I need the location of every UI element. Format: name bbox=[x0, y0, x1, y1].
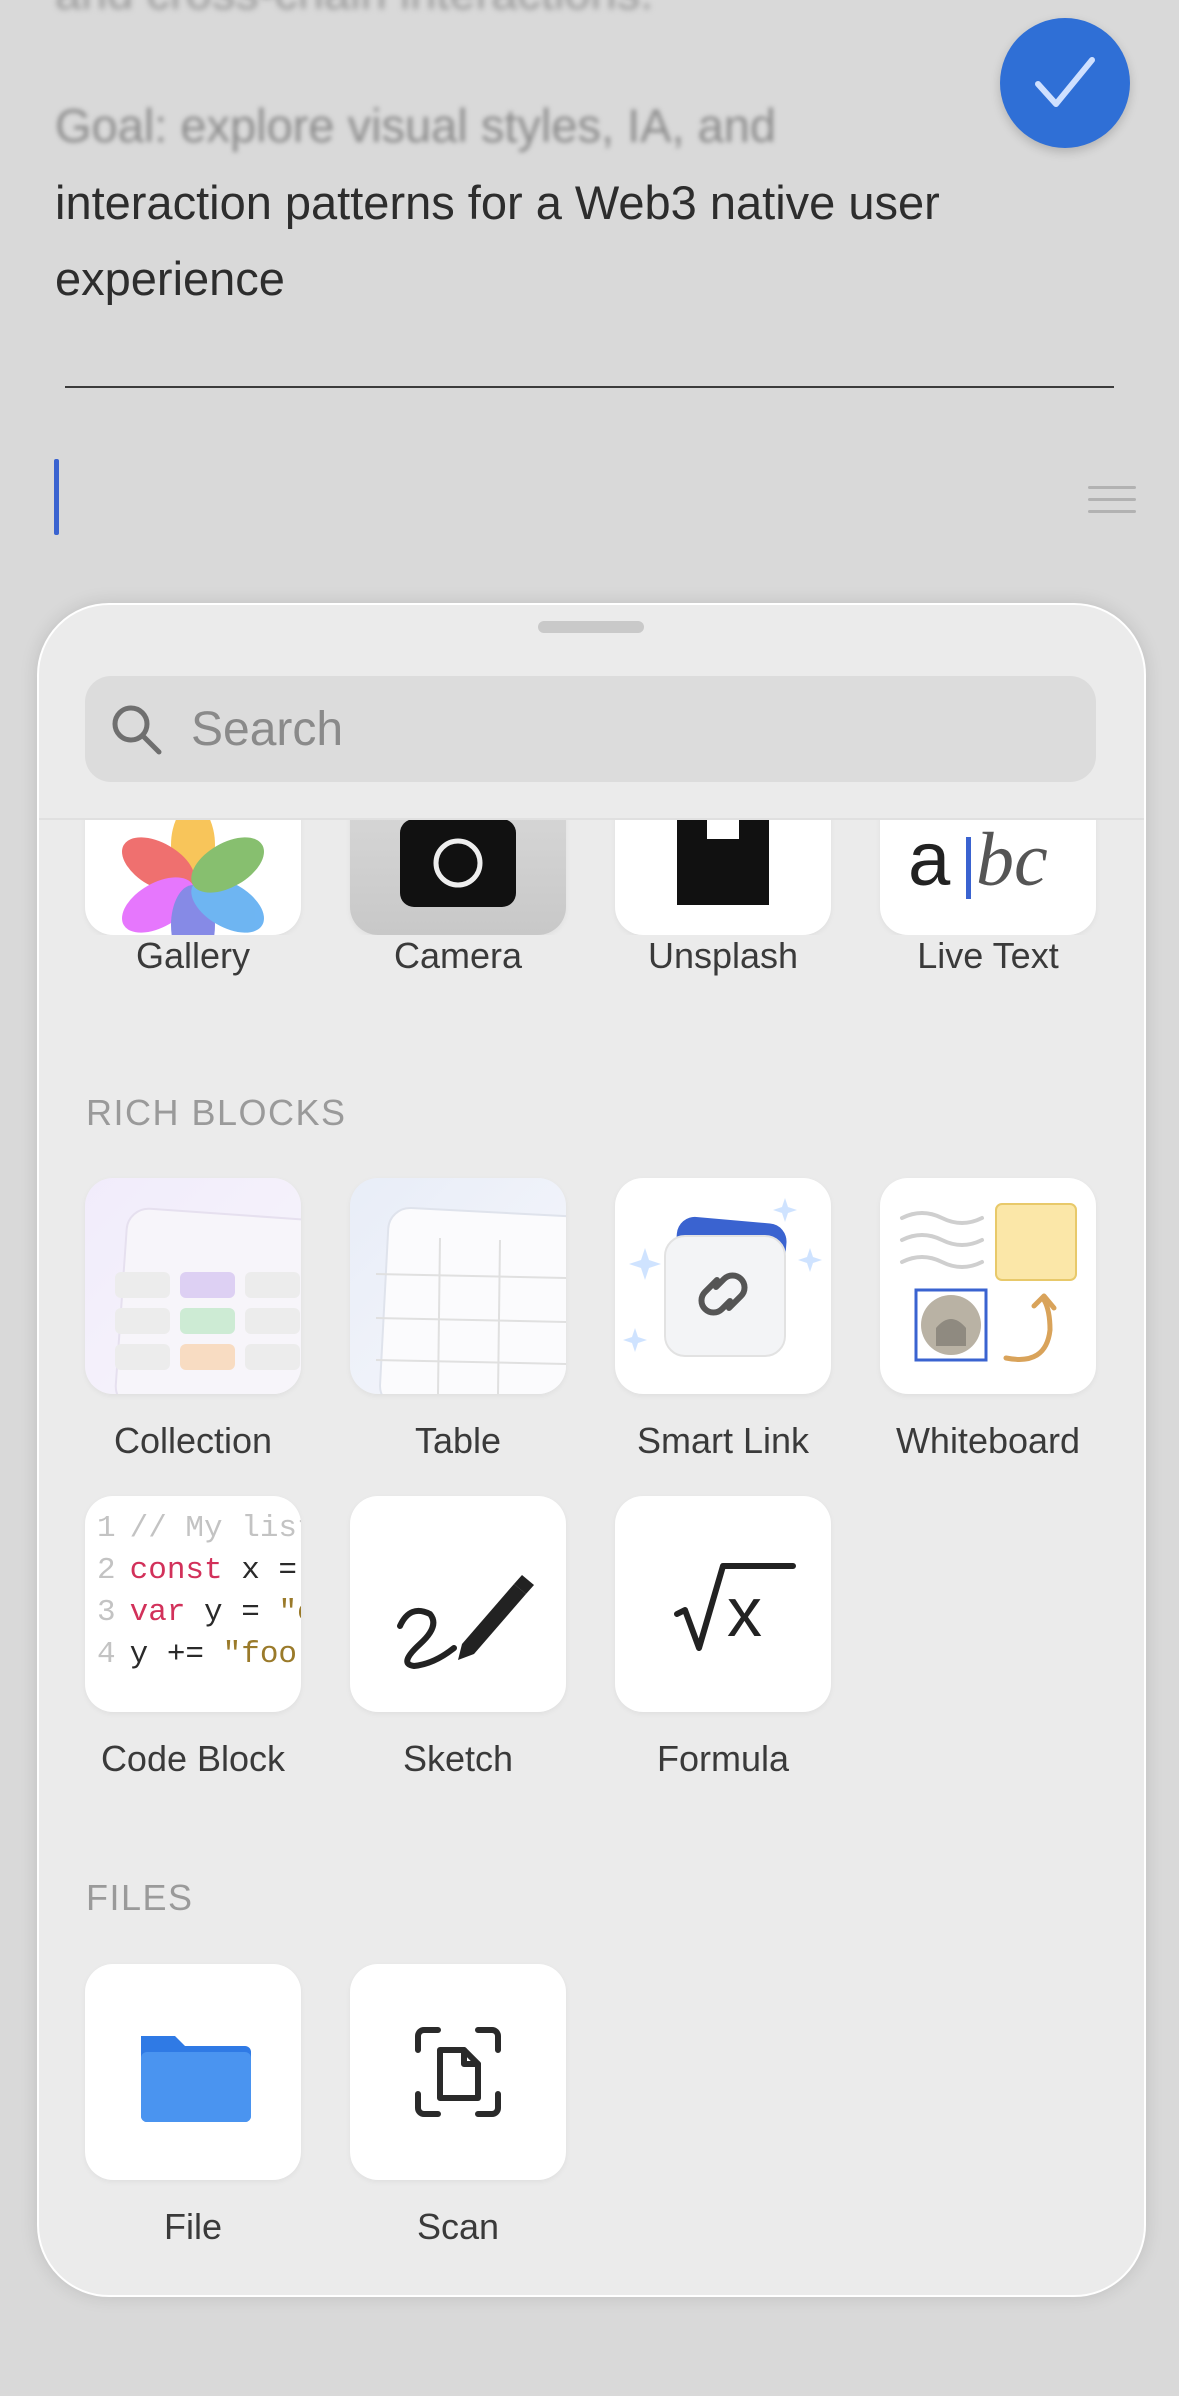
table-icon bbox=[375, 1207, 566, 1394]
code-block-label: Code Block bbox=[100, 1738, 286, 1779]
live-text-label: Live Text bbox=[917, 935, 1059, 976]
document-background: and cross-chain interactions. Goal: expl… bbox=[0, 0, 1179, 600]
sheet-grabber[interactable] bbox=[538, 621, 644, 633]
goal-line: Goal: explore visual styles, IA, and bbox=[55, 99, 777, 152]
gallery-label: Gallery bbox=[135, 935, 251, 976]
pen-icon bbox=[397, 1575, 534, 1670]
faded-line: and cross-chain interactions. bbox=[55, 0, 653, 20]
files-heading: FILES bbox=[86, 1877, 194, 1918]
camera-label: Camera bbox=[393, 935, 523, 976]
sqrt-icon: x bbox=[674, 1563, 796, 1651]
scan-label: Scan bbox=[416, 2206, 500, 2247]
insert-block-sheet: a bc Gallery Camera Unsplash Live Text R… bbox=[37, 603, 1146, 2297]
unsplash-label: Unsplash bbox=[647, 935, 799, 976]
file-label: File bbox=[163, 2206, 222, 2247]
drag-handle-icon[interactable] bbox=[1088, 486, 1136, 516]
unsplash-tile[interactable] bbox=[615, 820, 831, 935]
collection-item[interactable]: Collection bbox=[85, 1178, 305, 1462]
formula-label: Formula bbox=[656, 1738, 790, 1779]
text-cursor[interactable] bbox=[54, 459, 59, 535]
unsplash-icon bbox=[677, 820, 769, 905]
live-text-tile[interactable]: a bc bbox=[880, 820, 1096, 935]
sketch-item[interactable]: Sketch bbox=[350, 1496, 570, 1780]
code-block-item[interactable]: 1// My list 2const x = cr 3var y = "craf… bbox=[85, 1496, 305, 1780]
scan-icon bbox=[415, 2027, 501, 2117]
camera-item[interactable]: Camera bbox=[350, 935, 570, 977]
gallery-item[interactable]: Gallery bbox=[85, 935, 305, 977]
folder-icon bbox=[141, 2036, 251, 2122]
search-bar[interactable] bbox=[85, 676, 1096, 782]
collection-label: Collection bbox=[113, 1420, 273, 1461]
file-item[interactable]: File bbox=[85, 1964, 305, 2248]
scan-item[interactable]: Scan bbox=[350, 1964, 570, 2248]
formula-tile[interactable]: x bbox=[615, 1496, 831, 1712]
divider-line bbox=[65, 386, 1114, 388]
smart-link-label: Smart Link bbox=[636, 1420, 810, 1461]
live-text-item[interactable]: Live Text bbox=[880, 935, 1100, 977]
svg-text:bc: bc bbox=[976, 820, 1048, 902]
live-text-icon: a bc bbox=[908, 820, 1048, 902]
gallery-tile[interactable] bbox=[85, 820, 301, 935]
sketch-tile[interactable] bbox=[350, 1496, 566, 1712]
table-label: Table bbox=[414, 1420, 502, 1461]
search-input[interactable] bbox=[191, 676, 1071, 782]
rich-blocks-heading: RICH BLOCKS bbox=[86, 1092, 347, 1133]
table-item[interactable]: Table bbox=[350, 1178, 570, 1462]
sketch-label: Sketch bbox=[402, 1738, 514, 1779]
file-tile[interactable] bbox=[85, 1964, 301, 2180]
photos-icon bbox=[122, 820, 264, 935]
doc-line-3: experience bbox=[55, 252, 285, 305]
whiteboard-label: Whiteboard bbox=[895, 1420, 1081, 1461]
camera-tile[interactable] bbox=[350, 820, 566, 935]
done-button[interactable] bbox=[1000, 18, 1130, 148]
scan-tile[interactable] bbox=[350, 1964, 566, 2180]
code-icon: 1// My list 2const x = cr 3var y = "craf… bbox=[97, 1511, 301, 1672]
svg-text:a: a bbox=[908, 820, 951, 902]
whiteboard-tile[interactable] bbox=[880, 1178, 1096, 1394]
code-block-tile[interactable]: 1// My list 2const x = cr 3var y = "craf… bbox=[85, 1496, 301, 1712]
collection-tile[interactable] bbox=[85, 1178, 301, 1394]
collection-icon bbox=[114, 1207, 301, 1394]
checkmark-icon bbox=[1035, 57, 1095, 107]
whiteboard-icon bbox=[900, 1203, 1077, 1362]
formula-item[interactable]: x Formula bbox=[615, 1496, 835, 1780]
link-icon bbox=[623, 1198, 822, 1357]
smart-link-tile[interactable] bbox=[615, 1178, 831, 1394]
media-row: a bc bbox=[39, 820, 1144, 935]
whiteboard-item[interactable]: Whiteboard bbox=[880, 1178, 1100, 1462]
camera-icon bbox=[400, 820, 516, 907]
doc-line-2: interaction patterns for a Web3 native u… bbox=[55, 176, 940, 229]
unsplash-item[interactable]: Unsplash bbox=[615, 935, 835, 977]
table-tile[interactable] bbox=[350, 1178, 566, 1394]
svg-text:x: x bbox=[727, 1573, 762, 1651]
search-icon bbox=[112, 705, 162, 755]
smart-link-item[interactable]: Smart Link bbox=[615, 1178, 835, 1462]
